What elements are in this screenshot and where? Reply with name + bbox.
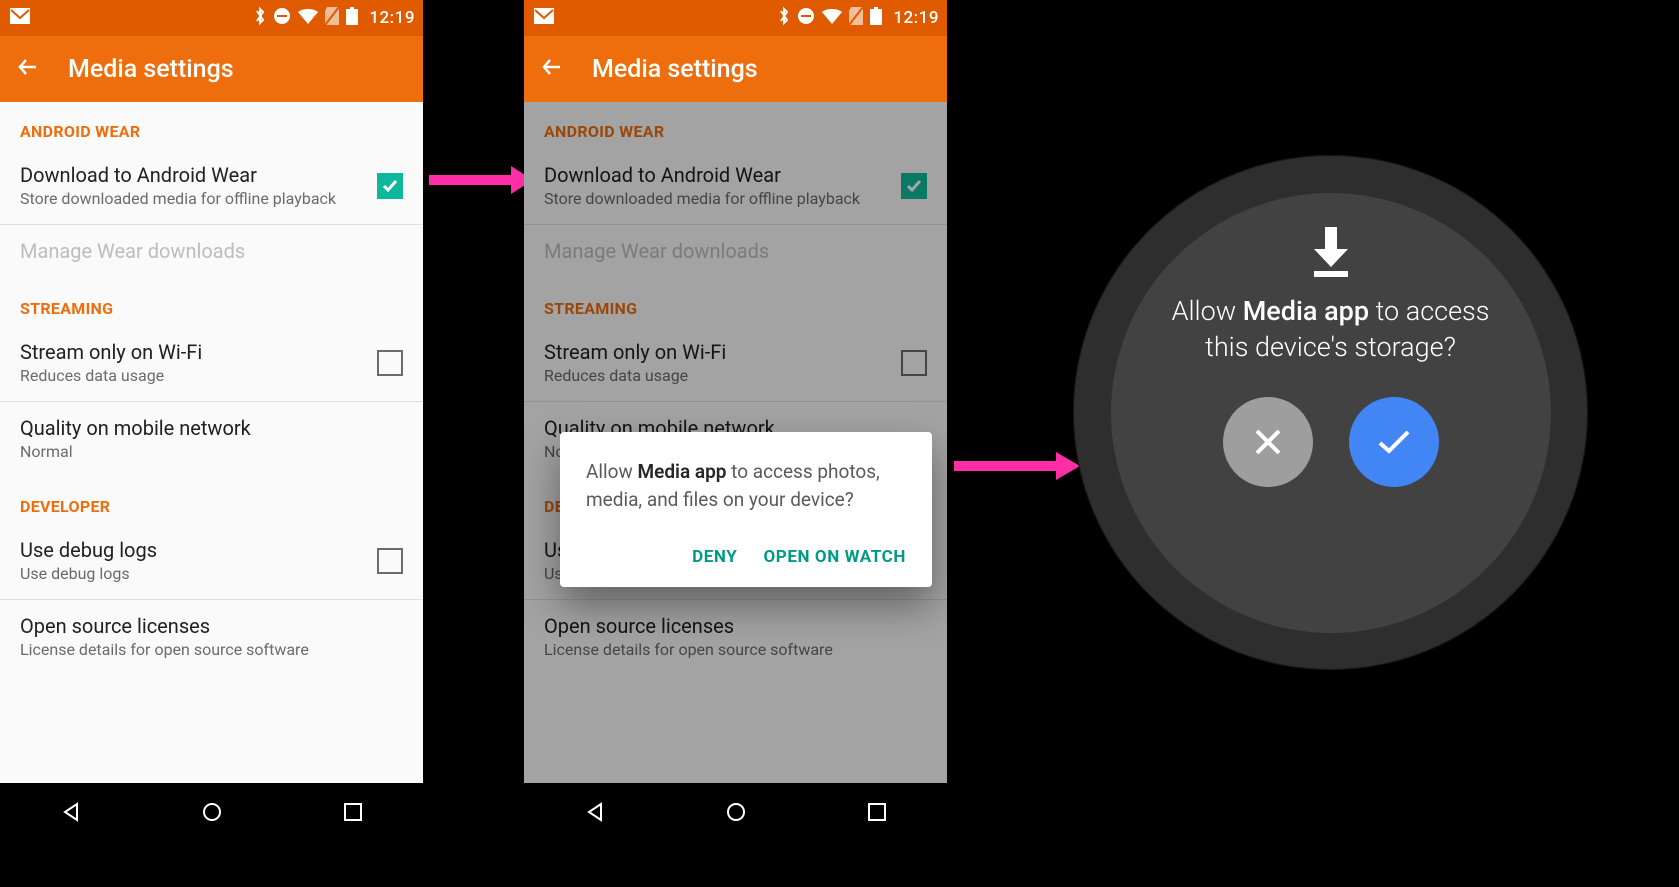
pref-title: Use debug logs	[20, 538, 361, 562]
dialog-deny-button[interactable]: DENY	[692, 547, 737, 567]
pref-debug-logs[interactable]: Use debug logs Use debug logs	[0, 524, 423, 599]
pref-title: Download to Android Wear	[20, 163, 361, 187]
nav-back-icon[interactable]	[583, 800, 607, 828]
pref-subtitle: Reduces data usage	[20, 366, 361, 385]
status-time: 12:19	[365, 8, 415, 28]
watch-device: Allow Media app to access this device's …	[1073, 155, 1588, 670]
battery-icon	[346, 7, 358, 30]
pref-subtitle: Normal	[20, 442, 403, 461]
app-bar: Media settings	[0, 36, 423, 102]
pref-title: Manage Wear downloads	[20, 239, 403, 263]
back-icon[interactable]	[16, 55, 40, 83]
section-header-streaming: STREAMING	[0, 279, 423, 326]
phone-1: 12:19 Media settings ANDROID WEAR Downlo…	[0, 0, 423, 845]
page-title: Media settings	[68, 55, 234, 84]
pref-title: Quality on mobile network	[20, 416, 403, 440]
phone-2: 12:19 Media settings ANDROID WEAR Downlo…	[524, 0, 947, 845]
nav-recents-icon[interactable]	[342, 801, 364, 827]
section-header-wear: ANDROID WEAR	[524, 102, 947, 149]
checkbox-stream-wifi[interactable]	[901, 350, 927, 376]
battery-icon	[870, 7, 882, 30]
flow-arrow-1	[425, 160, 533, 200]
pref-oss-licenses[interactable]: Open source licenses License details for…	[0, 600, 423, 675]
pref-subtitle: Reduces data usage	[544, 366, 885, 385]
watch-face: Allow Media app to access this device's …	[1111, 193, 1551, 633]
nav-home-icon[interactable]	[724, 800, 748, 828]
pref-title: Open source licenses	[20, 614, 403, 638]
bluetooth-icon	[254, 6, 266, 31]
gmail-icon	[534, 8, 554, 29]
nav-recents-icon[interactable]	[866, 801, 888, 827]
wifi-icon	[298, 8, 318, 29]
checkbox-stream-wifi[interactable]	[377, 350, 403, 376]
pref-subtitle: License details for open source software	[544, 640, 927, 659]
permission-dialog: Allow Media app to access photos, media,…	[560, 432, 932, 587]
checkbox-download-wear[interactable]	[901, 173, 927, 199]
pref-title: Download to Android Wear	[544, 163, 885, 187]
status-bar: 12:19	[0, 0, 423, 36]
system-nav-bar	[0, 783, 423, 845]
nav-home-icon[interactable]	[200, 800, 224, 828]
pref-subtitle: Use debug logs	[20, 564, 361, 583]
checkbox-debug-logs[interactable]	[377, 548, 403, 574]
section-header-developer: DEVELOPER	[0, 477, 423, 524]
pref-download-wear[interactable]: Download to Android Wear Store downloade…	[0, 149, 423, 224]
app-bar: Media settings	[524, 36, 947, 102]
pref-title: Stream only on Wi-Fi	[544, 340, 885, 364]
dialog-message: Allow Media app to access photos, media,…	[586, 458, 906, 513]
pref-manage-wear[interactable]: Manage Wear downloads	[0, 225, 423, 279]
pref-title: Stream only on Wi-Fi	[20, 340, 361, 364]
no-sim-icon	[849, 7, 863, 30]
gmail-icon	[10, 8, 30, 29]
back-icon[interactable]	[540, 55, 564, 83]
download-icon	[1308, 227, 1354, 281]
pref-title: Manage Wear downloads	[544, 239, 927, 263]
status-time: 12:19	[889, 8, 939, 28]
system-nav-bar	[524, 783, 947, 845]
watch-message: Allow Media app to access this device's …	[1161, 293, 1501, 366]
pref-subtitle: Store downloaded media for offline playb…	[544, 189, 885, 208]
pref-oss-licenses[interactable]: Open source licenses License details for…	[524, 600, 947, 675]
dnd-icon	[273, 7, 291, 30]
pref-quality[interactable]: Quality on mobile network Normal	[0, 402, 423, 477]
watch-bezel: Allow Media app to access this device's …	[1073, 155, 1588, 670]
pref-subtitle: License details for open source software	[20, 640, 403, 659]
pref-stream-wifi[interactable]: Stream only on Wi-Fi Reduces data usage	[0, 326, 423, 401]
settings-list: ANDROID WEAR Download to Android Wear St…	[524, 102, 947, 783]
pref-stream-wifi[interactable]: Stream only on Wi-Fi Reduces data usage	[524, 326, 947, 401]
watch-allow-button[interactable]	[1349, 397, 1439, 487]
no-sim-icon	[325, 7, 339, 30]
bluetooth-icon	[778, 6, 790, 31]
nav-back-icon[interactable]	[59, 800, 83, 828]
status-bar: 12:19	[524, 0, 947, 36]
pref-title: Open source licenses	[544, 614, 927, 638]
page-title: Media settings	[592, 55, 758, 84]
dialog-open-on-watch-button[interactable]: OPEN ON WATCH	[763, 547, 906, 567]
checkbox-download-wear[interactable]	[377, 173, 403, 199]
pref-download-wear[interactable]: Download to Android Wear Store downloade…	[524, 149, 947, 224]
pref-subtitle: Store downloaded media for offline playb…	[20, 189, 361, 208]
watch-deny-button[interactable]	[1223, 397, 1313, 487]
settings-list: ANDROID WEAR Download to Android Wear St…	[0, 102, 423, 783]
section-header-streaming: STREAMING	[524, 279, 947, 326]
dnd-icon	[797, 7, 815, 30]
wifi-icon	[822, 8, 842, 29]
section-header-wear: ANDROID WEAR	[0, 102, 423, 149]
pref-manage-wear[interactable]: Manage Wear downloads	[524, 225, 947, 279]
flow-arrow-2	[950, 446, 1080, 486]
